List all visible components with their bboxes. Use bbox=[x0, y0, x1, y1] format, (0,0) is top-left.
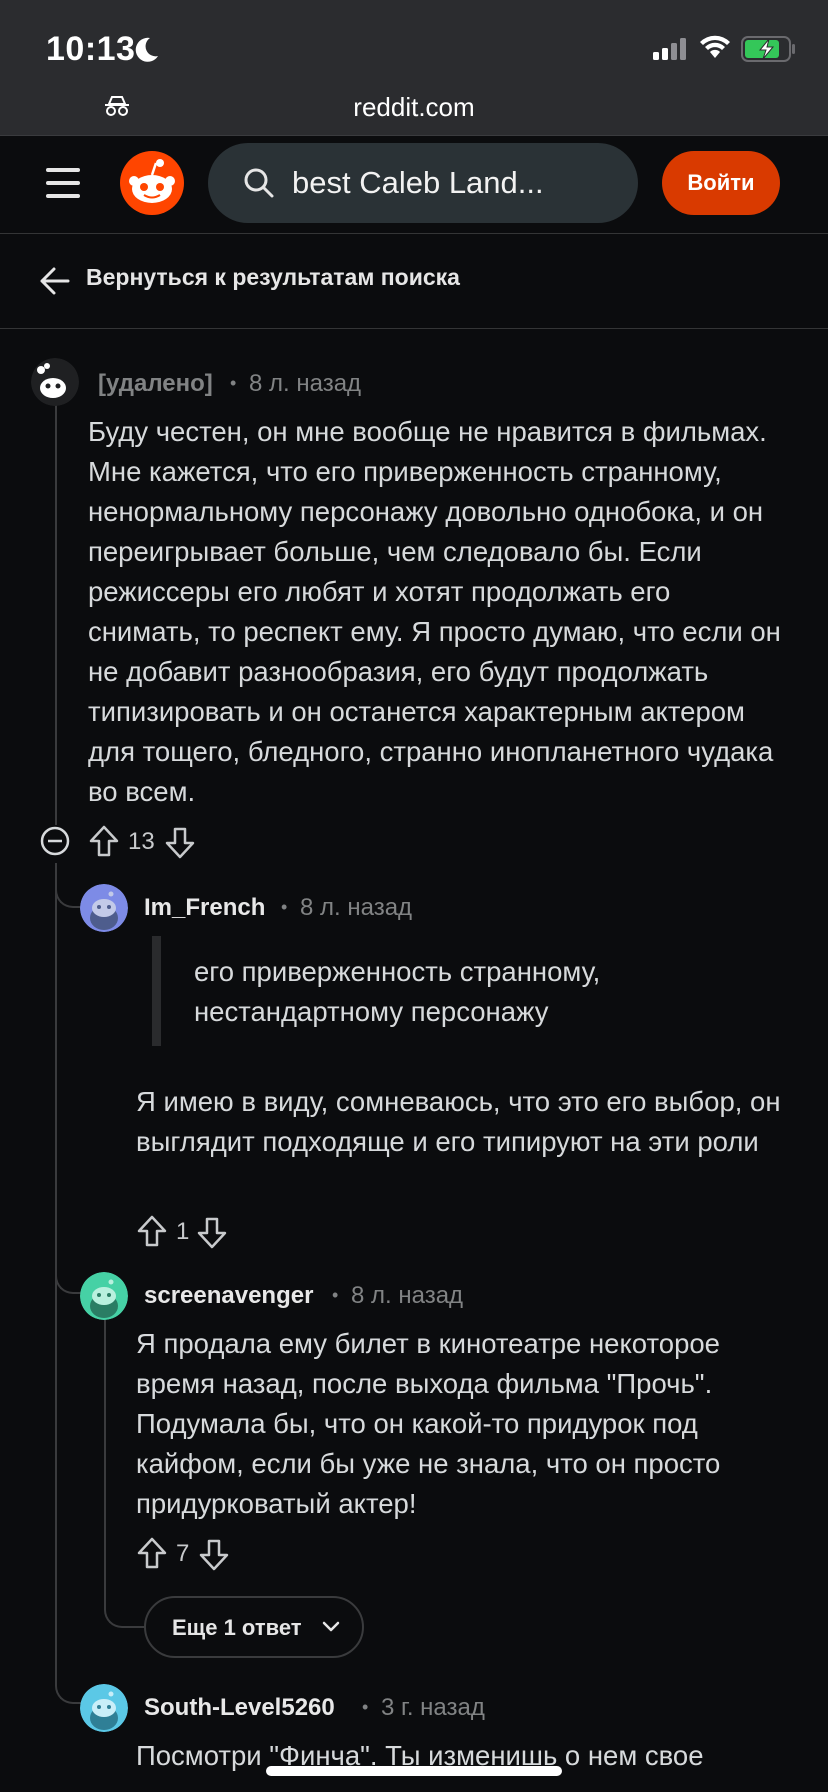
comment-body: Буду честен, он мне вообще не нравится в… bbox=[88, 416, 781, 807]
comment-author[interactable]: South-Level5260 bbox=[144, 1694, 335, 1722]
search-query[interactable]: best Caleb Land... bbox=[292, 165, 544, 201]
upvote-icon[interactable] bbox=[136, 1214, 168, 1248]
comment-quote: его приверженность странному, нестандарт… bbox=[194, 956, 601, 1027]
thread-branch bbox=[104, 1590, 146, 1628]
comment-author[interactable]: screenavenger bbox=[144, 1282, 313, 1310]
vote-count: 13 bbox=[128, 828, 155, 855]
wifi-icon bbox=[700, 35, 730, 58]
vote-count: 1 bbox=[176, 1218, 190, 1245]
comment-body: Я продала ему билет в кинотеатре некотор… bbox=[136, 1328, 721, 1519]
moon-icon bbox=[135, 37, 158, 62]
reddit-logo-icon[interactable] bbox=[120, 151, 184, 215]
status-time: 10:13 bbox=[46, 30, 136, 68]
comment-author[interactable]: [удалено] bbox=[98, 370, 213, 398]
separator-dot: • bbox=[230, 373, 237, 393]
search-icon bbox=[244, 168, 274, 198]
separator-dot: • bbox=[362, 1697, 369, 1717]
avatar[interactable] bbox=[80, 1272, 128, 1320]
upvote-icon[interactable] bbox=[88, 824, 120, 858]
comment-age[interactable]: 8 л. назад bbox=[351, 1282, 463, 1310]
divider bbox=[0, 233, 828, 234]
comment: screenavenger • 8 л. назад Я продала ему… bbox=[0, 1268, 828, 1571]
comment-author[interactable]: Im_French bbox=[144, 894, 265, 922]
collapse-thread-icon[interactable] bbox=[40, 826, 70, 856]
comment: Im_French • 8 л. назад его приверженност… bbox=[0, 880, 828, 1260]
comment-age[interactable]: 8 л. назад bbox=[300, 894, 412, 922]
chevron-down-icon bbox=[322, 1621, 340, 1632]
battery-charging-icon bbox=[741, 36, 795, 62]
divider bbox=[0, 328, 828, 329]
more-replies-label: Еще 1 ответ bbox=[172, 1615, 302, 1640]
avatar[interactable] bbox=[80, 1684, 128, 1732]
avatar[interactable] bbox=[80, 884, 128, 932]
avatar[interactable] bbox=[31, 358, 79, 406]
home-indicator[interactable] bbox=[266, 1766, 562, 1776]
separator-dot: • bbox=[332, 1285, 339, 1305]
comment-age[interactable]: 3 г. назад bbox=[381, 1694, 485, 1722]
vote-count: 7 bbox=[176, 1540, 190, 1567]
address-bar-url[interactable]: reddit.com bbox=[0, 92, 828, 123]
hamburger-menu-icon[interactable] bbox=[46, 168, 80, 198]
back-to-search-link[interactable]: Вернуться к результатам поиска bbox=[86, 264, 460, 291]
cellular-signal-icon bbox=[653, 38, 686, 60]
downvote-icon[interactable] bbox=[164, 826, 196, 860]
blockquote-bar bbox=[152, 936, 161, 1046]
separator-dot: • bbox=[281, 897, 288, 917]
comment-body: Я имею в виду, сомневаюсь, что это его в… bbox=[136, 1086, 781, 1157]
back-arrow-icon[interactable] bbox=[38, 266, 70, 296]
comment: [удалено] • 8 л. назад Буду честен, он м… bbox=[0, 340, 828, 859]
downvote-icon[interactable] bbox=[196, 1216, 228, 1250]
more-replies-button[interactable]: Еще 1 ответ bbox=[144, 1596, 364, 1658]
comment-age[interactable]: 8 л. назад bbox=[249, 370, 361, 398]
login-button[interactable]: Войти bbox=[662, 151, 780, 215]
downvote-icon[interactable] bbox=[198, 1538, 230, 1572]
upvote-icon[interactable] bbox=[136, 1536, 168, 1570]
